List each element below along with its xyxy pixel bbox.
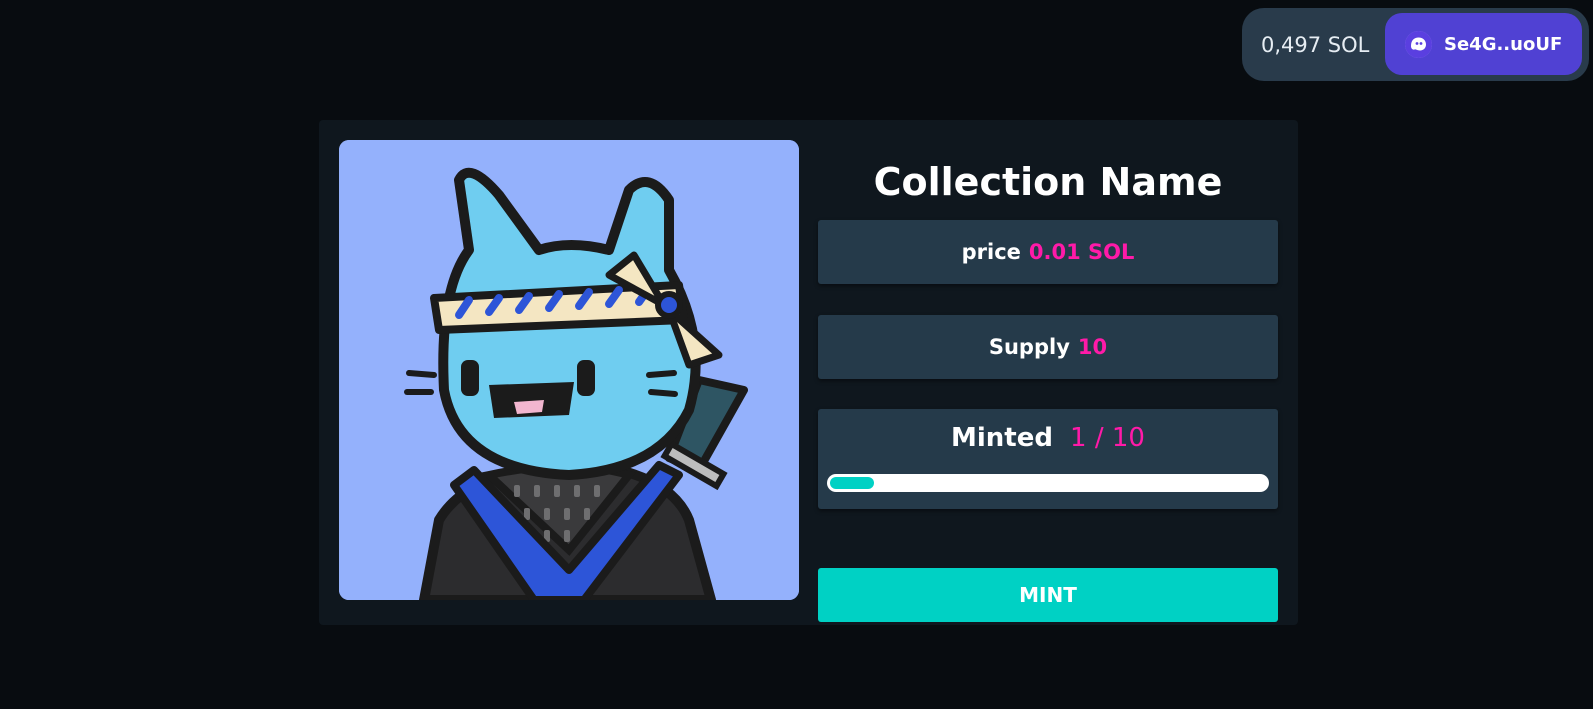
wallet-button[interactable]: Se4G..uoUF	[1385, 13, 1582, 75]
mint-button[interactable]: MINT	[818, 568, 1278, 622]
phantom-ghost-icon	[1405, 30, 1432, 58]
collection-title: Collection Name	[873, 160, 1223, 204]
price-value: 0.01 SOL	[1028, 240, 1135, 264]
supply-label: Supply	[988, 335, 1070, 359]
minted-progress-fill	[830, 477, 875, 489]
minted-label: Minted	[951, 423, 1053, 453]
minted-value: 1 / 10	[1070, 423, 1145, 453]
minted-progress-bar	[827, 474, 1269, 492]
supply-panel: Supply 10	[818, 315, 1278, 379]
price-panel: price 0.01 SOL	[818, 220, 1278, 284]
nft-image	[339, 140, 799, 600]
wallet-bar: 0,497 SOL Se4G..uoUF	[1242, 8, 1589, 81]
wallet-address: Se4G..uoUF	[1444, 33, 1563, 55]
minted-panel: Minted 1 / 10	[818, 409, 1278, 509]
supply-value: 10	[1077, 335, 1108, 359]
wallet-balance: 0,497 SOL	[1261, 32, 1370, 57]
mint-card: Collection Name price 0.01 SOL Supply 10…	[319, 120, 1298, 625]
price-label: price	[961, 240, 1021, 264]
